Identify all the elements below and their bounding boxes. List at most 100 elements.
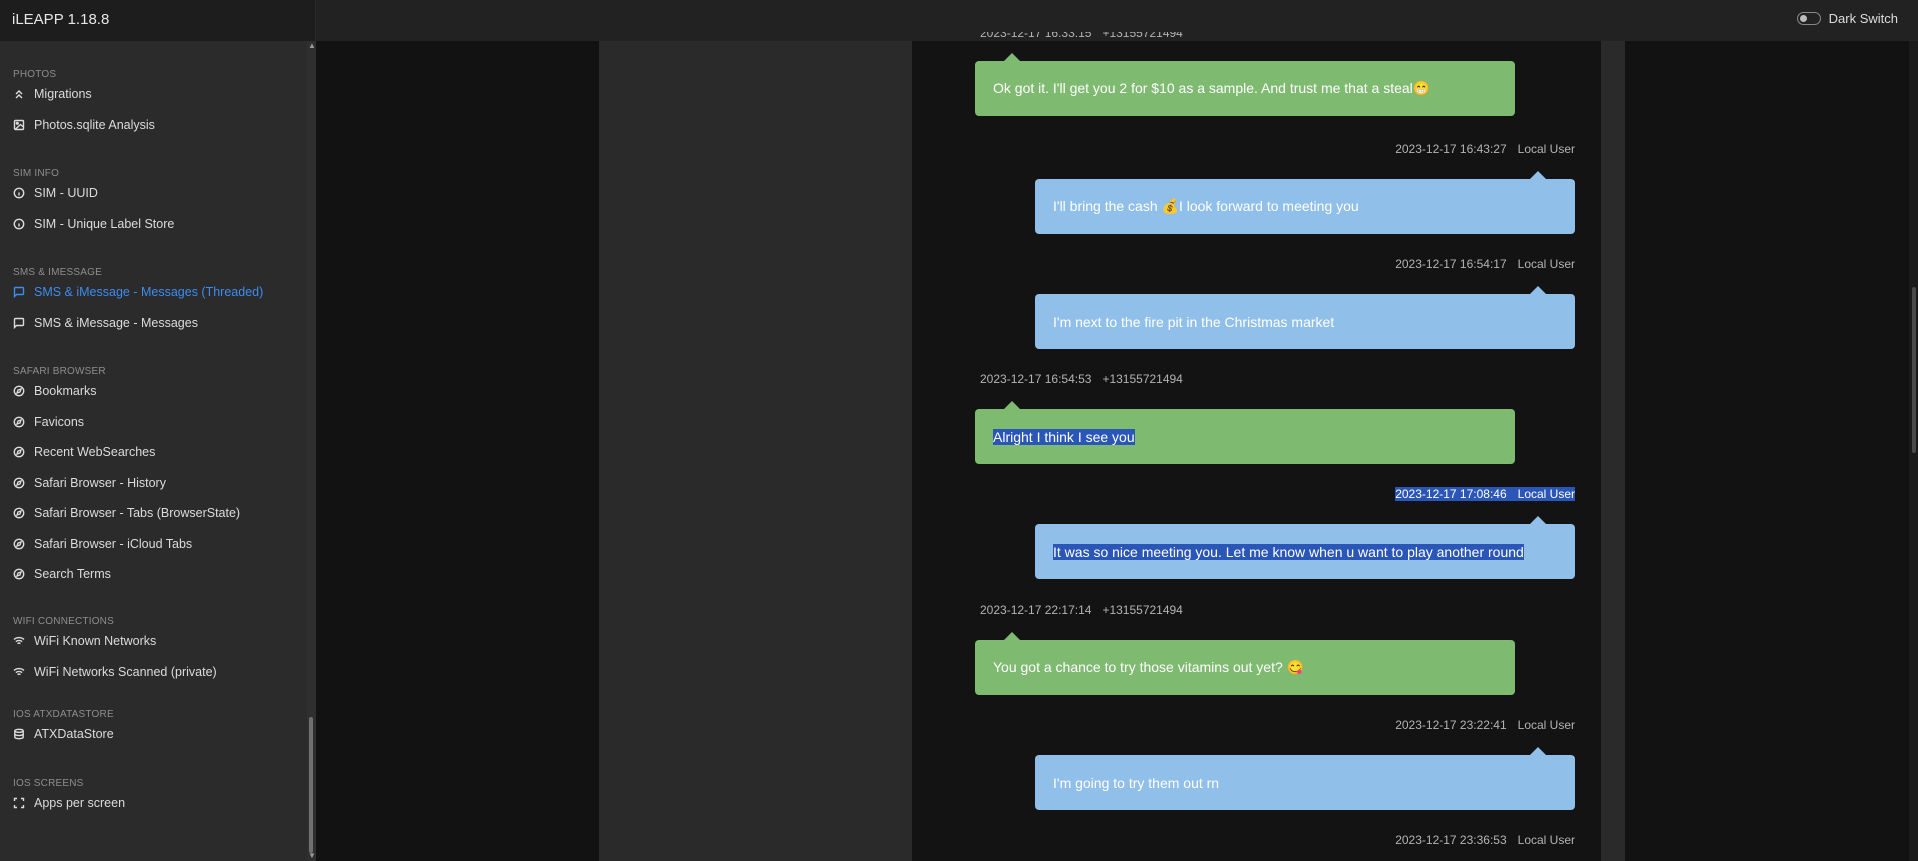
sidebar-item-label: Favicons [34, 414, 85, 429]
message-timestamp: 2023-12-17 22:17:14 [980, 603, 1092, 617]
received-message-bubble: Alright I think I see you [975, 401, 1515, 464]
message-sender: Local User [1517, 833, 1575, 847]
sidebar-item-label: Safari Browser - History [34, 475, 166, 490]
sidebar-item-apps-per-screen[interactable]: Apps per screen [13, 792, 125, 814]
message-square-icon [13, 286, 25, 298]
sidebar-item-favicons[interactable]: Favicons [13, 411, 84, 433]
content-panel [599, 41, 912, 861]
page-scrollbar[interactable] [1909, 41, 1918, 861]
message-timestamp: 2023-12-17 16:33:15 [980, 32, 1092, 40]
thread-edge [1601, 41, 1625, 861]
sidebar-item-label: Apps per screen [34, 796, 126, 810]
content-right-margin [1625, 41, 1918, 861]
brand-area: iLEAPP 1.18.8 [0, 0, 316, 41]
maximize-icon [13, 797, 25, 809]
message-square-icon [13, 317, 25, 329]
compass-icon [13, 385, 25, 397]
message-sender: Local User [1517, 487, 1575, 501]
sidebar-item-label: SMS & iMessage - Messages [34, 315, 198, 330]
message-sender: Local User [1517, 257, 1575, 271]
sidebar-item-label: SIM - UUID [34, 186, 98, 200]
received-message-meta: 2023-12-17 22:17:14 +13155721494 [980, 603, 1183, 617]
message-sender: Local User [1517, 718, 1575, 732]
sidebar-item-sms-imessage-messages-threaded[interactable]: SMS & iMessage - Messages (Threaded) [13, 281, 263, 303]
sidebar-section-safari-browser: SAFARI BROWSER [13, 366, 106, 377]
info-icon [13, 187, 25, 199]
scroll-down-arrow-icon[interactable]: ▼ [308, 852, 316, 860]
message-text: Alright I think I see you [993, 428, 1135, 445]
sidebar-item-label: Safari Browser - Tabs (BrowserState) [34, 506, 241, 520]
sidebar-item-label: ATXDataStore [34, 727, 114, 741]
received-message-meta: 2023-12-17 16:54:53 +13155721494 [980, 372, 1183, 386]
sidebar-item-label: SIM - Unique Label Store [34, 216, 175, 231]
sidebar-item-safari-browser-history[interactable]: Safari Browser - History [13, 472, 166, 494]
chevrons-up-icon [13, 88, 25, 100]
scroll-up-arrow-icon[interactable]: ▲ [308, 42, 316, 50]
sidebar-item-label: SMS & iMessage - Messages (Threaded) [34, 285, 264, 299]
message-sender: +13155721494 [1102, 372, 1183, 386]
compass-icon [13, 507, 25, 519]
wifi-icon [13, 666, 25, 678]
sidebar-item-sim-unique-label-store[interactable]: SIM - Unique Label Store [13, 213, 174, 235]
compass-icon [13, 538, 25, 550]
sidebar-item-atxdatastore[interactable]: ATXDataStore [13, 723, 114, 745]
dark-switch[interactable]: Dark Switch [1796, 11, 1898, 26]
sent-message-bubble: I'm next to the fire pit in the Christma… [1035, 286, 1575, 349]
message-sender: +13155721494 [1102, 32, 1183, 40]
sidebar-item-label: WiFi Networks Scanned (private) [34, 664, 217, 679]
compass-icon [13, 568, 25, 580]
message-text: I'll bring the cash 💰I look forward to m… [1053, 198, 1359, 214]
image-icon [13, 119, 25, 131]
sidebar-item-safari-browser-icloud-tabs[interactable]: Safari Browser - iCloud Tabs [13, 533, 192, 555]
app-title[interactable]: iLEAPP 1.18.8 [12, 11, 109, 28]
sidebar-item-sim-uuid[interactable]: SIM - UUID [13, 182, 98, 204]
sidebar-section-photos: PHOTOS [13, 69, 57, 80]
sidebar-item-label: Recent WebSearches [34, 445, 156, 459]
sidebar-item-safari-browser-tabs-browserstate[interactable]: Safari Browser - Tabs (BrowserState) [13, 502, 240, 524]
sent-message-bubble: I'm going to try them out rn [1035, 747, 1575, 810]
compass-icon [13, 446, 25, 458]
sent-message-meta: 2023-12-17 23:22:41 Local User [1395, 718, 1575, 732]
sent-message-meta: 2023-12-17 17:08:46 Local User [1395, 487, 1575, 501]
message-sender: +13155721494 [1102, 603, 1183, 617]
message-text: Ok got it. I'll get you 2 for $10 as a s… [993, 80, 1431, 96]
message-timestamp: 2023-12-17 23:36:53 [1395, 833, 1507, 847]
sidebar-scrollbar[interactable]: ▲ ▼ [307, 41, 316, 861]
sidebar-section-sms-imessage: SMS & IMESSAGE [13, 267, 102, 278]
sidebar-item-wifi-networks-scanned-private[interactable]: WiFi Networks Scanned (private) [13, 661, 217, 683]
sent-message-meta: 2023-12-17 16:43:27 Local User [1395, 142, 1575, 156]
received-message-meta: 2023-12-17 16:33:15 +13155721494 [980, 32, 1183, 41]
sidebar: PHOTOS Migrations Photos.sqlite Analysis SI… [0, 41, 307, 861]
sent-message-bubble: I'll bring the cash 💰I look forward to m… [1035, 171, 1575, 234]
message-timestamp: 2023-12-17 16:43:27 [1395, 142, 1507, 156]
sidebar-item-recent-websearches[interactable]: Recent WebSearches [13, 441, 155, 463]
received-message-bubble: Ok got it. I'll get you 2 for $10 as a s… [975, 53, 1515, 116]
message-timestamp: 2023-12-17 23:22:41 [1395, 718, 1507, 732]
sent-message-meta: 2023-12-17 23:36:53 Local User [1395, 833, 1575, 847]
sidebar-item-label: WiFi Known Networks [34, 634, 157, 648]
sidebar-item-migrations[interactable]: Migrations [13, 83, 92, 105]
message-timestamp: 2023-12-17 17:08:46 [1395, 487, 1507, 501]
sidebar-item-photos-sqlite-analysis[interactable]: Photos.sqlite Analysis [13, 114, 155, 136]
sidebar-section-ios-atxdatastore: IOS ATXDATASTORE [13, 709, 114, 720]
info-icon [13, 218, 25, 230]
sidebar-item-sms-imessage-messages[interactable]: SMS & iMessage - Messages [13, 312, 198, 334]
message-text: I'm going to try them out rn [1053, 774, 1220, 791]
sent-message-bubble: It was so nice meeting you. Let me know … [1035, 516, 1575, 579]
sidebar-item-search-terms[interactable]: Search Terms [13, 563, 111, 585]
sidebar-section-wifi-connections: WIFI CONNECTIONS [13, 616, 114, 627]
sidebar-section-ios-screens: IOS SCREENS [13, 778, 84, 789]
message-sender: Local User [1517, 142, 1575, 156]
wifi-icon [13, 635, 25, 647]
message-text: You got a chance to try those vitamins o… [993, 659, 1305, 675]
sent-message-meta: 2023-12-17 16:54:17 Local User [1395, 257, 1575, 271]
sidebar-item-wifi-known-networks[interactable]: WiFi Known Networks [13, 630, 156, 652]
sidebar-item-label: Migrations [34, 87, 92, 101]
dark-switch-label: Dark Switch [1828, 11, 1898, 26]
sidebar-item-label: Photos.sqlite Analysis [34, 117, 155, 132]
sidebar-scroll-thumb[interactable] [309, 717, 313, 853]
sidebar-item-bookmarks[interactable]: Bookmarks [13, 380, 97, 402]
message-text: I'm next to the fire pit in the Christma… [1053, 313, 1335, 330]
page-scroll-thumb[interactable] [1912, 287, 1916, 453]
dark-switch-toggle[interactable] [1796, 12, 1821, 25]
